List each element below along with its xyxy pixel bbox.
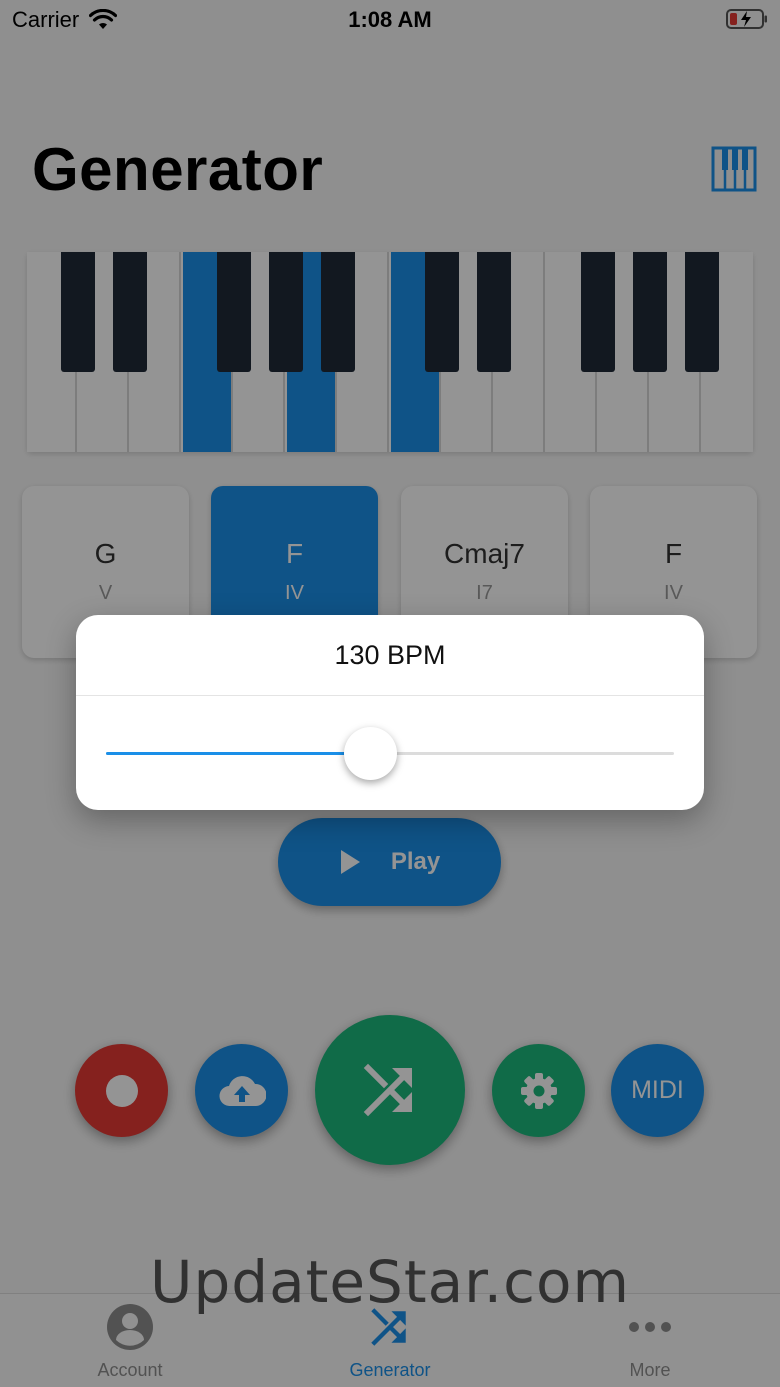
tempo-title: 130 BPM [76, 615, 704, 696]
tempo-dialog: 130 BPM [76, 615, 704, 810]
tempo-slider-fill [106, 752, 371, 755]
tempo-slider-thumb[interactable] [343, 727, 397, 780]
app-screen: Carrier 1:08 AM Generator G V F IV Cmaj7… [0, 0, 780, 1387]
